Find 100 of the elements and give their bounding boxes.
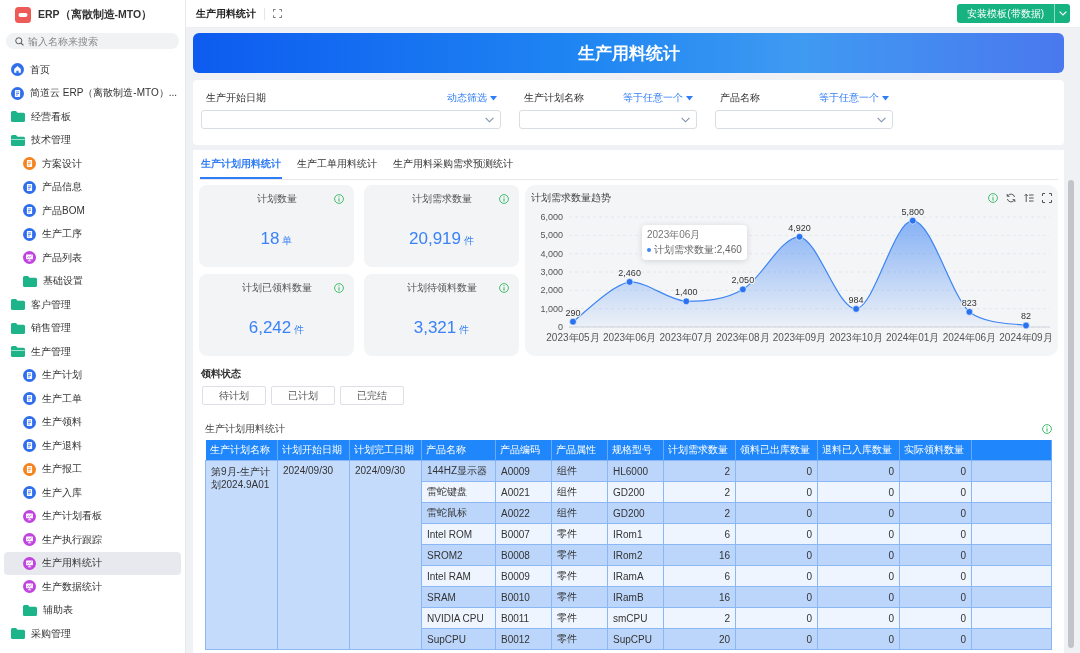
- column-header[interactable]: 规格型号: [607, 440, 664, 461]
- nav-item[interactable]: 生产工序: [4, 222, 181, 246]
- filter-mode-dropdown[interactable]: 等于任意一个: [819, 91, 889, 105]
- refresh-icon[interactable]: [1006, 192, 1016, 203]
- tab[interactable]: 生产用料采购需求预测统计: [392, 150, 514, 179]
- data-point[interactable]: [852, 305, 860, 313]
- select-field[interactable]: [519, 110, 697, 129]
- column-header[interactable]: 计划开始日期: [277, 440, 350, 461]
- filter-label: 生产计划名称: [524, 91, 584, 105]
- column-header[interactable]: 领料已出库数量: [735, 440, 818, 461]
- chevron-down-icon: [1058, 11, 1067, 16]
- axis-label: 5,000: [540, 230, 563, 241]
- column-header[interactable]: 产品属性: [551, 440, 608, 461]
- data-point[interactable]: [682, 297, 690, 306]
- stat-value: 18: [260, 229, 280, 249]
- table-cell: A0009: [495, 460, 552, 482]
- stat-unit: 件: [459, 323, 470, 337]
- scrollbar-thumb[interactable]: [1068, 180, 1074, 648]
- nav-item[interactable]: 首页: [4, 58, 181, 82]
- nav-item[interactable]: 辅助表: [4, 598, 181, 622]
- data-label: 5,800: [901, 206, 924, 217]
- column-header[interactable]: 生产计划名称: [205, 440, 278, 461]
- data-point[interactable]: [795, 233, 804, 241]
- stat-value: 6,242: [248, 318, 292, 338]
- axis-label: 2023年10月: [829, 332, 883, 343]
- axis-label: 0: [558, 322, 563, 332]
- search-field[interactable]: 输入名称来搜索: [6, 33, 179, 49]
- data-point[interactable]: [569, 317, 577, 326]
- nav-item[interactable]: 经营看板: [4, 105, 181, 129]
- nav-item[interactable]: 生产执行跟踪: [4, 528, 181, 552]
- column-header[interactable]: 退料已入库数量: [817, 440, 900, 461]
- nav-item[interactable]: 生产领料: [4, 410, 181, 434]
- status-filter-button[interactable]: 待计划: [202, 386, 266, 405]
- nav-item[interactable]: 客户管理: [4, 293, 181, 317]
- fullscreen-icon[interactable]: [273, 9, 282, 18]
- info-icon[interactable]: [988, 192, 998, 203]
- info-icon[interactable]: [1042, 424, 1052, 434]
- info-icon[interactable]: [334, 283, 344, 293]
- nav-item[interactable]: 产品BOM: [4, 199, 181, 223]
- nav-item[interactable]: 基础设置: [4, 269, 181, 293]
- info-icon[interactable]: [499, 194, 509, 204]
- data-point[interactable]: [1022, 321, 1030, 330]
- axis-label: 6,000: [540, 212, 563, 222]
- info-icon[interactable]: [499, 283, 509, 293]
- info-icon[interactable]: [334, 194, 344, 204]
- table-cell: HL6000: [607, 460, 664, 482]
- nav-item[interactable]: 生产管理: [4, 340, 181, 364]
- data-point[interactable]: [739, 285, 747, 294]
- axis-label: 2023年06月: [602, 332, 657, 343]
- data-point[interactable]: [625, 278, 634, 286]
- nav-item[interactable]: 技术管理: [4, 128, 181, 152]
- nav-item[interactable]: 生产入库: [4, 481, 181, 505]
- data-point[interactable]: [909, 216, 917, 225]
- status-filter-button[interactable]: 已计划: [271, 386, 335, 405]
- tab[interactable]: 生产工单用料统计: [296, 150, 378, 179]
- tooltip-text: 计划需求数量:2,460: [654, 244, 742, 256]
- stat-value: 3,321: [413, 318, 457, 338]
- nav-item[interactable]: 方案设计: [4, 152, 181, 176]
- axis-label: 2,000: [540, 285, 563, 296]
- series-dot-icon: [647, 248, 651, 252]
- data-label: 1,400: [675, 287, 698, 298]
- table-cell: 2024/09/30: [349, 460, 422, 650]
- axis-label: 1,000: [540, 303, 563, 314]
- nav-item[interactable]: 生产计划看板: [4, 504, 181, 528]
- column-header[interactable]: 产品名称: [421, 440, 496, 461]
- nav-item[interactable]: 产品信息: [4, 175, 181, 199]
- caret-icon: [686, 95, 693, 101]
- nav-item[interactable]: 生产数据统计: [4, 575, 181, 599]
- nav-item[interactable]: 生产工单: [4, 387, 181, 411]
- filter-label: 生产开始日期: [206, 91, 266, 105]
- fullscreen-icon[interactable]: [1042, 192, 1052, 203]
- tab[interactable]: 生产计划用料统计: [200, 150, 282, 179]
- sort-icon[interactable]: [1024, 192, 1034, 203]
- chevron-down-icon: [681, 116, 690, 123]
- column-header[interactable]: 计划完工日期: [349, 440, 422, 461]
- status-filter-button[interactable]: 已完结: [340, 386, 404, 405]
- data-label: 2,460: [618, 267, 641, 278]
- nav-item[interactable]: 生产报工: [4, 457, 181, 481]
- column-header[interactable]: 计划需求数量: [663, 440, 736, 461]
- nav-item[interactable]: 销售管理: [4, 316, 181, 340]
- axis-label: 2024年06月: [942, 332, 997, 343]
- select-field[interactable]: [715, 110, 893, 129]
- nav-item[interactable]: 生产用料统计: [4, 551, 181, 575]
- nav-item[interactable]: 采购管理: [4, 622, 181, 646]
- dropdown-button[interactable]: [1054, 4, 1070, 23]
- stat-title: 计划待领料数量: [405, 281, 478, 295]
- select-field[interactable]: [201, 110, 501, 129]
- nav-item[interactable]: 生产计划: [4, 363, 181, 387]
- nav-item[interactable]: 产品列表: [4, 246, 181, 270]
- filter-mode-dropdown[interactable]: 等于任意一个: [623, 91, 693, 105]
- filter-mode-dropdown[interactable]: 动态筛选: [447, 91, 497, 105]
- data-point[interactable]: [965, 308, 974, 316]
- axis-label: 2023年08月: [716, 332, 770, 343]
- nav-item[interactable]: 生产退料: [4, 434, 181, 458]
- column-header[interactable]: 实际领料数量: [899, 440, 972, 461]
- axis-label: 2023年05月: [546, 332, 600, 343]
- axis-label: 2024年01月: [886, 332, 940, 343]
- caret-icon: [490, 95, 497, 101]
- nav-item[interactable]: 简道云 ERP（离散制造-MTO）...: [4, 81, 181, 105]
- column-header[interactable]: 产品编码: [495, 440, 552, 461]
